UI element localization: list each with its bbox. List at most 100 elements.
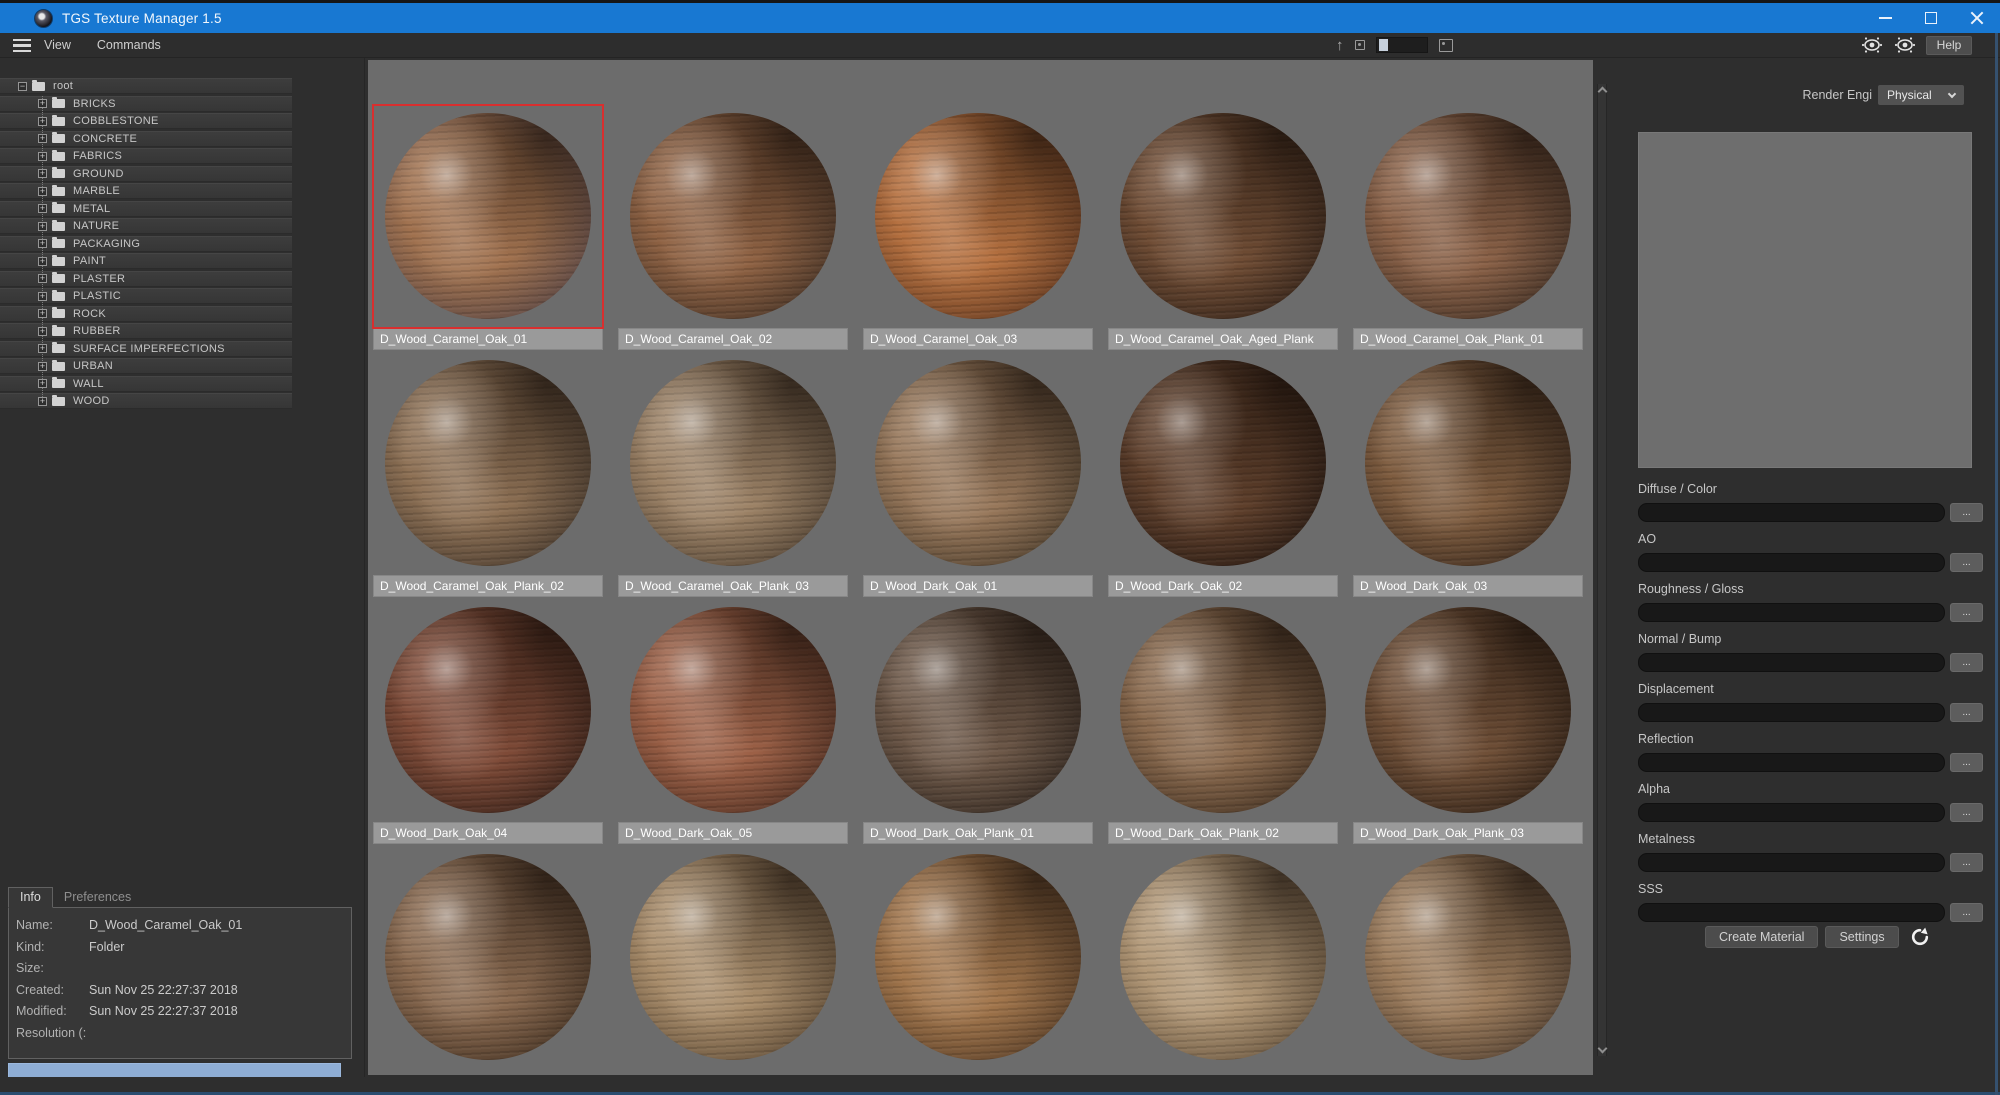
texture-tile-d-wood-caramel-oak-plank-03[interactable]: D_Wood_Caramel_Oak_Plank_03 (618, 352, 848, 597)
tree-item-metal[interactable]: +METAL (0, 201, 292, 217)
tree-item-plaster[interactable]: +PLASTER (0, 271, 292, 287)
texture-tile[interactable] (373, 846, 603, 1075)
expand-icon[interactable]: + (38, 117, 47, 126)
expand-icon[interactable]: + (38, 134, 47, 143)
tree-item-rubber[interactable]: +RUBBER (0, 323, 292, 339)
texture-tile[interactable] (618, 846, 848, 1075)
metalness-input[interactable] (1638, 853, 1945, 872)
refresh-icon[interactable] (1910, 927, 1930, 947)
settings-button[interactable]: Settings (1825, 926, 1898, 948)
expand-icon[interactable]: + (38, 292, 47, 301)
expand-icon[interactable]: + (38, 362, 47, 371)
roughness-gloss-browse-button[interactable]: ... (1950, 603, 1983, 622)
expand-icon[interactable]: + (38, 152, 47, 161)
expand-icon[interactable]: + (38, 309, 47, 318)
hamburger-menu-icon[interactable] (13, 39, 31, 52)
texture-tile-d-wood-dark-oak-plank-03[interactable]: D_Wood_Dark_Oak_Plank_03 (1353, 599, 1583, 844)
collapse-icon[interactable]: − (18, 82, 27, 91)
texture-tile-d-wood-caramel-oak-plank-01[interactable]: D_Wood_Caramel_Oak_Plank_01 (1353, 105, 1583, 350)
menu-commands[interactable]: Commands (97, 38, 161, 52)
texture-tile-d-wood-caramel-oak-aged-plank[interactable]: D_Wood_Caramel_Oak_Aged_Plank (1108, 105, 1338, 350)
expand-icon[interactable]: + (38, 257, 47, 266)
texture-tile-d-wood-caramel-oak-plank-02[interactable]: D_Wood_Caramel_Oak_Plank_02 (373, 352, 603, 597)
info-row-value: Sun Nov 25 22:27:37 2018 (89, 1004, 238, 1026)
grid-scrollbar[interactable] (1597, 84, 1607, 1056)
texture-tile-d-wood-caramel-oak-02[interactable]: D_Wood_Caramel_Oak_02 (618, 105, 848, 350)
texture-tile[interactable] (863, 846, 1093, 1075)
tree-item-surface-imperfections[interactable]: +SURFACE IMPERFECTIONS (0, 341, 292, 357)
normal-bump-input[interactable] (1638, 653, 1945, 672)
maximize-button[interactable] (1908, 3, 1954, 33)
thumbnail-size-slider[interactable] (1376, 37, 1428, 53)
expand-icon[interactable]: + (38, 327, 47, 336)
roughness-gloss-input[interactable] (1638, 603, 1945, 622)
close-button[interactable] (1954, 3, 2000, 33)
tree-item-nature[interactable]: +NATURE (0, 218, 292, 234)
tree-item-marble[interactable]: +MARBLE (0, 183, 292, 199)
tab-info[interactable]: Info (8, 887, 53, 908)
displacement-browse-button[interactable]: ... (1950, 703, 1983, 722)
expand-icon[interactable]: + (38, 222, 47, 231)
texture-tile-d-wood-dark-oak-02[interactable]: D_Wood_Dark_Oak_02 (1108, 352, 1338, 597)
tree-item-root[interactable]: − root (0, 78, 292, 94)
expand-icon[interactable]: + (38, 239, 47, 248)
texture-tile-d-wood-dark-oak-03[interactable]: D_Wood_Dark_Oak_03 (1353, 352, 1583, 597)
tree-item-concrete[interactable]: +CONCRETE (0, 131, 292, 147)
tree-item-packaging[interactable]: +PACKAGING (0, 236, 292, 252)
preview-eye-icon-2[interactable] (1893, 35, 1917, 55)
texture-tile-d-wood-dark-oak-plank-02[interactable]: D_Wood_Dark_Oak_Plank_02 (1108, 599, 1338, 844)
alpha-browse-button[interactable]: ... (1950, 803, 1983, 822)
tree-item-wood[interactable]: +WOOD (0, 393, 292, 409)
texture-tile-d-wood-dark-oak-05[interactable]: D_Wood_Dark_Oak_05 (618, 599, 848, 844)
up-arrow-icon[interactable]: ↑ (1336, 38, 1344, 53)
sss-input[interactable] (1638, 903, 1945, 922)
render-engine-label: Render Engi (1630, 88, 1872, 102)
alpha-input[interactable] (1638, 803, 1945, 822)
scroll-up-icon[interactable] (1598, 87, 1608, 97)
tree-item-fabrics[interactable]: +FABRICS (0, 148, 292, 164)
diffuse-color-input[interactable] (1638, 503, 1945, 522)
expand-icon[interactable]: + (38, 169, 47, 178)
menu-view[interactable]: View (44, 38, 71, 52)
displacement-input[interactable] (1638, 703, 1945, 722)
expand-icon[interactable]: + (38, 187, 47, 196)
normal-bump-browse-button[interactable]: ... (1950, 653, 1983, 672)
tree-item-paint[interactable]: +PAINT (0, 253, 292, 269)
tree-item-urban[interactable]: +URBAN (0, 358, 292, 374)
tree-item-rock[interactable]: +ROCK (0, 306, 292, 322)
diffuse-color-browse-button[interactable]: ... (1950, 503, 1983, 522)
scroll-down-icon[interactable] (1598, 1044, 1608, 1054)
tree-item-wall[interactable]: +WALL (0, 376, 292, 392)
metalness-browse-button[interactable]: ... (1950, 853, 1983, 872)
ao-browse-button[interactable]: ... (1950, 553, 1983, 572)
minimize-button[interactable] (1862, 3, 1908, 33)
expand-icon[interactable]: + (38, 344, 47, 353)
sss-browse-button[interactable]: ... (1950, 903, 1983, 922)
texture-preview-area (863, 599, 1093, 822)
help-button[interactable]: Help (1926, 36, 1972, 55)
texture-tile-d-wood-dark-oak-01[interactable]: D_Wood_Dark_Oak_01 (863, 352, 1093, 597)
texture-tile[interactable] (1353, 846, 1583, 1075)
render-engine-select[interactable]: Physical (1878, 85, 1964, 105)
expand-icon[interactable]: + (38, 397, 47, 406)
expand-icon[interactable]: + (38, 274, 47, 283)
reflection-input[interactable] (1638, 753, 1945, 772)
texture-tile[interactable] (1108, 846, 1338, 1075)
texture-tile-d-wood-dark-oak-plank-01[interactable]: D_Wood_Dark_Oak_Plank_01 (863, 599, 1093, 844)
texture-tile-d-wood-dark-oak-04[interactable]: D_Wood_Dark_Oak_04 (373, 599, 603, 844)
preview-eye-icon-1[interactable] (1860, 35, 1884, 55)
tree-item-plastic[interactable]: +PLASTIC (0, 288, 292, 304)
expand-icon[interactable]: + (38, 99, 47, 108)
texture-tile-d-wood-caramel-oak-01[interactable]: D_Wood_Caramel_Oak_01 (373, 105, 603, 350)
create-material-button[interactable]: Create Material (1705, 926, 1818, 948)
tree-item-ground[interactable]: +GROUND (0, 166, 292, 182)
tab-preferences[interactable]: Preferences (53, 888, 142, 907)
tree-item-cobblestone[interactable]: +COBBLESTONE (0, 113, 292, 129)
tree-item-bricks[interactable]: +BRICKS (0, 96, 292, 112)
ao-input[interactable] (1638, 553, 1945, 572)
expand-icon[interactable]: + (38, 204, 47, 213)
reflection-browse-button[interactable]: ... (1950, 753, 1983, 772)
slider-handle[interactable] (1379, 39, 1388, 51)
texture-tile-d-wood-caramel-oak-03[interactable]: D_Wood_Caramel_Oak_03 (863, 105, 1093, 350)
expand-icon[interactable]: + (38, 379, 47, 388)
